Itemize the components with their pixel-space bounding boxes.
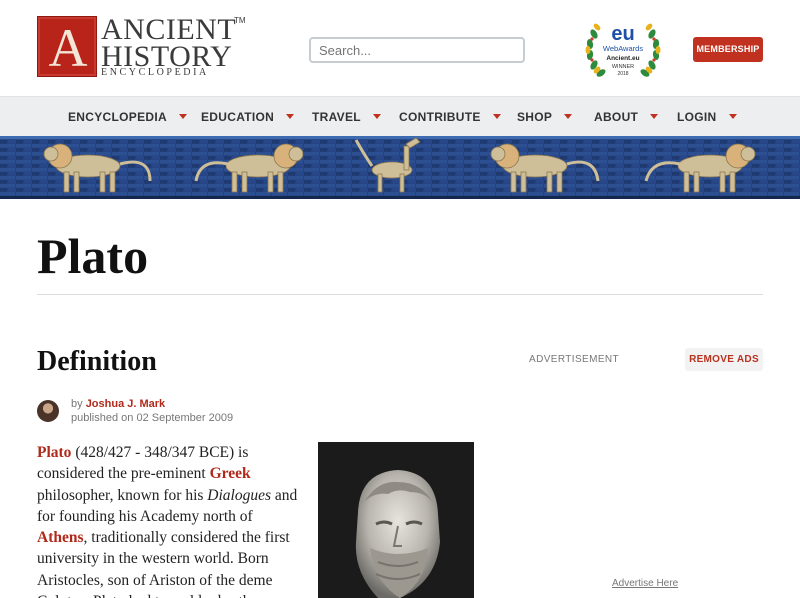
- nav-item-label: CONTRIBUTE: [399, 110, 481, 124]
- caret-down-icon: [650, 114, 659, 120]
- logo-emblem: A: [37, 16, 97, 77]
- caret-down-icon: [286, 114, 295, 120]
- plato-link[interactable]: Plato: [37, 444, 71, 461]
- caret-down-icon: [564, 114, 573, 120]
- nav-item-label: SHOP: [517, 110, 553, 124]
- award-winner-text: WINNER: [612, 64, 634, 70]
- byline: by Joshua J. Mark: [71, 398, 165, 411]
- award-year-text: 2018: [617, 71, 628, 77]
- plato-bust-image[interactable]: [318, 442, 474, 598]
- dialogues-emphasis: Dialogues: [207, 486, 272, 504]
- nav-item-shop[interactable]: SHOP: [517, 97, 573, 137]
- published-prefix: published on: [71, 412, 134, 424]
- remove-ads-button[interactable]: REMOVE ADS: [685, 348, 763, 371]
- advertise-here-link[interactable]: Advertise Here: [612, 578, 678, 589]
- advertisement-label: ADVERTISEMENT: [529, 354, 620, 365]
- nav-item-login[interactable]: LOGIN: [677, 97, 737, 137]
- logo-text-encyclopedia: ENCYCLOPEDIA: [101, 67, 209, 78]
- published-date: published on 02 September 2009: [71, 412, 233, 425]
- nav-item-travel[interactable]: TRAVEL: [312, 97, 381, 137]
- nav-item-label: TRAVEL: [312, 110, 361, 124]
- section-heading: Definition: [37, 346, 157, 377]
- site-header: A ANCIENT TM HISTORY ENCYCLOPEDIA Search…: [0, 0, 800, 96]
- award-webawards-text: WebAwards: [603, 44, 643, 53]
- nav-item-label: LOGIN: [677, 110, 717, 124]
- author-link[interactable]: Joshua J. Mark: [86, 398, 165, 410]
- article-text: philosopher, known for his: [37, 486, 208, 504]
- byline-prefix: by: [71, 398, 83, 410]
- caret-down-icon: [178, 114, 187, 120]
- nav-item-about[interactable]: ABOUT: [594, 97, 659, 137]
- author-avatar[interactable]: [37, 400, 59, 422]
- nav-item-label: ABOUT: [594, 110, 639, 124]
- caret-down-icon: [372, 114, 381, 120]
- published-date-value: 02 September 2009: [136, 412, 234, 424]
- ishtar-gate-banner: [0, 136, 800, 199]
- search-input[interactable]: [309, 37, 525, 63]
- caret-down-icon: [492, 114, 501, 120]
- eu-webawards-badge: eu WebAwards Ancient.eu WINNER 2018: [585, 23, 661, 77]
- membership-button[interactable]: MEMBERSHIP: [693, 37, 763, 62]
- award-eu-text: eu: [611, 23, 634, 45]
- greek-link[interactable]: Greek: [210, 465, 251, 482]
- logo-letter: A: [48, 18, 88, 78]
- site-logo[interactable]: A ANCIENT TM HISTORY ENCYCLOPEDIA: [37, 15, 247, 78]
- nav-item-contribute[interactable]: CONTRIBUTE: [399, 97, 501, 137]
- athens-link[interactable]: Athens: [37, 529, 84, 546]
- nav-item-label: EDUCATION: [201, 110, 275, 124]
- page-title: Plato: [37, 228, 149, 284]
- award-site-text: Ancient.eu: [606, 55, 639, 62]
- nav-item-label: ENCYCLOPEDIA: [68, 110, 167, 124]
- nav-item-education[interactable]: EDUCATION: [201, 97, 295, 137]
- title-divider: [37, 294, 763, 295]
- logo-trademark: TM: [234, 16, 246, 25]
- nav-item-encyclopedia[interactable]: ENCYCLOPEDIA: [68, 97, 187, 137]
- article-body: Plato (428/427 - 348/347 BCE) is conside…: [37, 442, 301, 598]
- main-nav: ENCYCLOPEDIA EDUCATION TRAVEL CONTRIBUTE…: [0, 96, 800, 136]
- caret-down-icon: [728, 114, 737, 120]
